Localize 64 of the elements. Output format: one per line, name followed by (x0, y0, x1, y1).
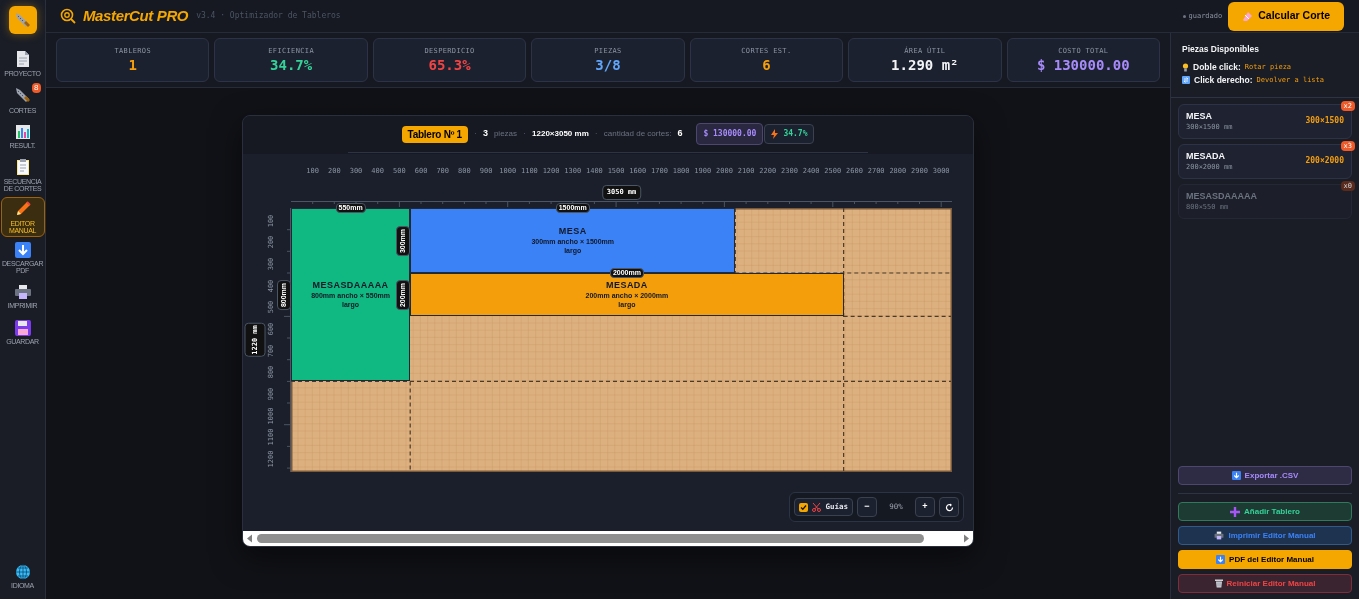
piece-name: MESA (1186, 110, 1213, 122)
cuts-count: 6 (677, 127, 683, 141)
piece-name: MESASDAAAAA (312, 280, 389, 292)
separator-dot: · (523, 127, 527, 141)
piece-name: MESADA (606, 280, 648, 292)
separator-dot: · (473, 127, 477, 141)
board-title: Tablero Nº 1 (401, 125, 468, 143)
plus-icon (1230, 506, 1241, 517)
globe-icon (14, 563, 31, 580)
zoom-out-button[interactable]: − (857, 497, 877, 517)
zoom-in-button[interactable]: + (915, 497, 935, 517)
scrollbar-thumb[interactable] (257, 534, 924, 543)
stat-value: 1.290 m² (891, 56, 959, 75)
printer-icon (1214, 531, 1225, 540)
piece-name: MESASDAAAAA (1186, 190, 1258, 202)
hint-key: Doble click: (1193, 60, 1241, 74)
document-icon (14, 49, 31, 68)
action-button[interactable]: Imprimir Editor Manual (1178, 526, 1352, 545)
action-button[interactable]: Añadir Tablero (1178, 502, 1352, 521)
cost-pill: $ 130000.00 (696, 123, 764, 145)
light-bulb-icon (1182, 62, 1189, 72)
separator-dot: · (594, 127, 598, 141)
piece-size: 200×2000 (1305, 155, 1344, 168)
piece-name: MESA (558, 226, 587, 237)
board-size: 1220×3050 mm (532, 128, 589, 140)
cuts-label: cantidad de cortes: (603, 128, 672, 140)
download-icon (14, 242, 31, 258)
bar-chart-icon (14, 123, 31, 140)
stat-value: 34.7% (270, 56, 313, 75)
checkbox[interactable] (799, 502, 809, 512)
panel-title: Piezas Disponibles (1182, 43, 1260, 56)
printer-icon (13, 283, 32, 300)
stat-value: $ 130000.00 (1036, 56, 1130, 75)
piece-size: 300×1500 (1305, 115, 1344, 128)
count-badge: 8 (32, 83, 41, 93)
logo-button[interactable] (8, 6, 37, 34)
arrows-icon (1182, 76, 1190, 85)
stat-value: 6 (762, 56, 771, 75)
stat-value: 1 (128, 56, 137, 75)
stat-value: 65.3% (428, 56, 471, 75)
stat-value: 3/8 (595, 56, 621, 75)
pieces-label: piezas (493, 128, 518, 140)
app-title: MasterCut PRO (83, 5, 189, 26)
download-icon (1231, 471, 1241, 480)
piece-count: 3 (482, 127, 488, 141)
scroll-left-icon (246, 534, 253, 543)
action-button[interactable]: PDF del Editor Manual (1178, 550, 1352, 569)
trash-icon (1214, 579, 1223, 588)
scissors-icon (812, 502, 822, 512)
clipboard-icon (14, 158, 31, 176)
action-button[interactable]: Exportar .CSV (1178, 466, 1352, 485)
calculate-button[interactable]: Calcular Corte (1228, 1, 1344, 31)
eraser-icon (1242, 10, 1254, 22)
download-icon (1216, 555, 1226, 564)
search-icon (60, 8, 76, 24)
scroll-right-icon (963, 534, 970, 543)
piece-name: MESADA (1186, 150, 1226, 162)
lightning-icon (771, 129, 779, 139)
hint-key: Click derecho: (1194, 73, 1253, 87)
efficiency-value: 34.7% (783, 128, 808, 140)
reset-view-button[interactable] (939, 497, 959, 517)
horizontal-scrollbar[interactable] (243, 531, 973, 546)
reset-icon (944, 502, 954, 512)
action-button[interactable]: Reiniciar Editor Manual (1178, 574, 1352, 593)
